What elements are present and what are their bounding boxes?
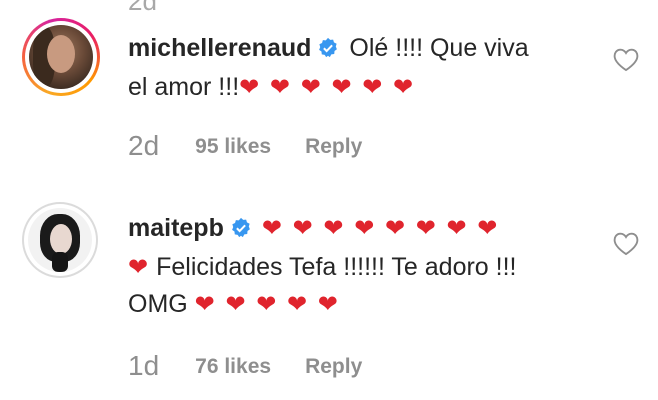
comment-body-line2: el amor !!! <box>128 73 240 101</box>
heart-outline-icon[interactable] <box>612 46 640 72</box>
heart-emojis: ❤ ❤ ❤ ❤ ❤ ❤ ❤ ❤ <box>261 215 500 242</box>
comment-time[interactable]: 2d <box>128 130 159 161</box>
comment-text: maitepb ❤ ❤ ❤ ❤ ❤ ❤ ❤ ❤ ❤ Felicidades Tefa… <box>128 210 598 323</box>
verified-badge-icon <box>317 33 339 69</box>
username-link[interactable]: michellerenaud <box>128 34 311 62</box>
avatar-story-ring[interactable] <box>22 18 100 96</box>
comment-text: michellerenaud Olé !!!! Que viva el amor … <box>128 30 598 106</box>
heart-emojis: ❤ ❤ ❤ ❤ ❤ <box>194 291 340 318</box>
previous-comment-time: 2d <box>128 0 157 16</box>
comment-meta: 2d 95 likes Reply <box>128 130 362 162</box>
likes-count-button[interactable]: 76 likes <box>195 355 271 378</box>
avatar <box>29 25 93 89</box>
avatar-ring[interactable] <box>22 202 98 278</box>
username-link[interactable]: maitepb <box>128 214 224 242</box>
verified-badge-icon <box>230 213 252 249</box>
heart-emojis: ❤ ❤ ❤ ❤ ❤ ❤ <box>239 74 416 101</box>
comment-body-line1: Olé !!!! Que viva <box>349 34 529 62</box>
avatar <box>28 208 92 272</box>
heart-outline-icon[interactable] <box>612 230 640 256</box>
comment-body-line2: Felicidades Tefa !!!!!! Te adoro !!! <box>156 253 517 281</box>
comment-time[interactable]: 1d <box>128 350 159 381</box>
reply-button[interactable]: Reply <box>305 355 362 378</box>
likes-count-button[interactable]: 95 likes <box>195 135 271 158</box>
comment-maitepb: maitepb ❤ ❤ ❤ ❤ ❤ ❤ ❤ ❤ ❤ Felicidades Tefa… <box>0 200 658 400</box>
heart-emoji: ❤ <box>128 254 149 281</box>
reply-button[interactable]: Reply <box>305 135 362 158</box>
comment-michellerenaud: michellerenaud Olé !!!! Que viva el amor … <box>0 18 658 178</box>
comment-body-line3: OMG <box>128 290 188 318</box>
comment-meta: 1d 76 likes Reply <box>128 350 362 382</box>
